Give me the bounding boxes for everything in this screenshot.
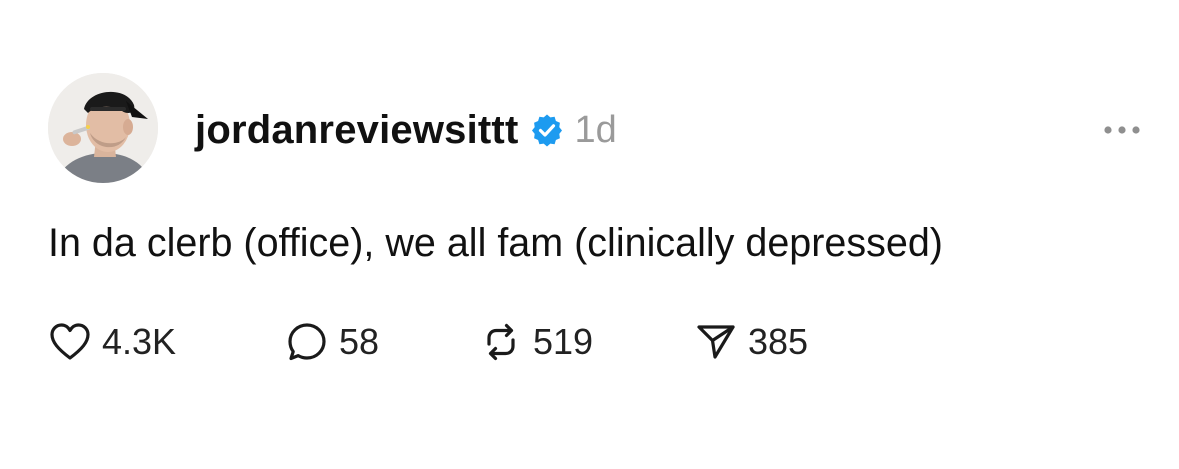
- comment-bubble-icon: [288, 323, 326, 361]
- thread-post: jordanreviewsittt 1d In da clerb (office…: [0, 0, 1179, 469]
- repost-count: 519: [533, 321, 594, 362]
- more-options-button[interactable]: [1098, 113, 1146, 147]
- share-button[interactable]: 385: [694, 315, 808, 369]
- avatar-photo: [48, 73, 158, 183]
- avatar[interactable]: [48, 73, 158, 183]
- reply-count: 58: [339, 321, 380, 362]
- verified-badge-icon: [530, 113, 564, 147]
- like-button[interactable]: 4.3K: [48, 315, 176, 369]
- reply-button[interactable]: 58: [285, 315, 379, 369]
- like-count: 4.3K: [102, 321, 177, 362]
- post-header: jordanreviewsittt 1d: [195, 104, 617, 156]
- repost-icon: [487, 323, 515, 361]
- repost-button[interactable]: 519: [479, 315, 593, 369]
- ellipsis-icon: [1104, 126, 1140, 134]
- share-count: 385: [748, 321, 809, 362]
- heart-icon: [50, 323, 90, 360]
- post-text: In da clerb (office), we all fam (clinic…: [48, 221, 943, 265]
- username[interactable]: jordanreviewsittt: [195, 108, 518, 153]
- post-timestamp: 1d: [574, 108, 617, 151]
- send-icon: [697, 325, 735, 359]
